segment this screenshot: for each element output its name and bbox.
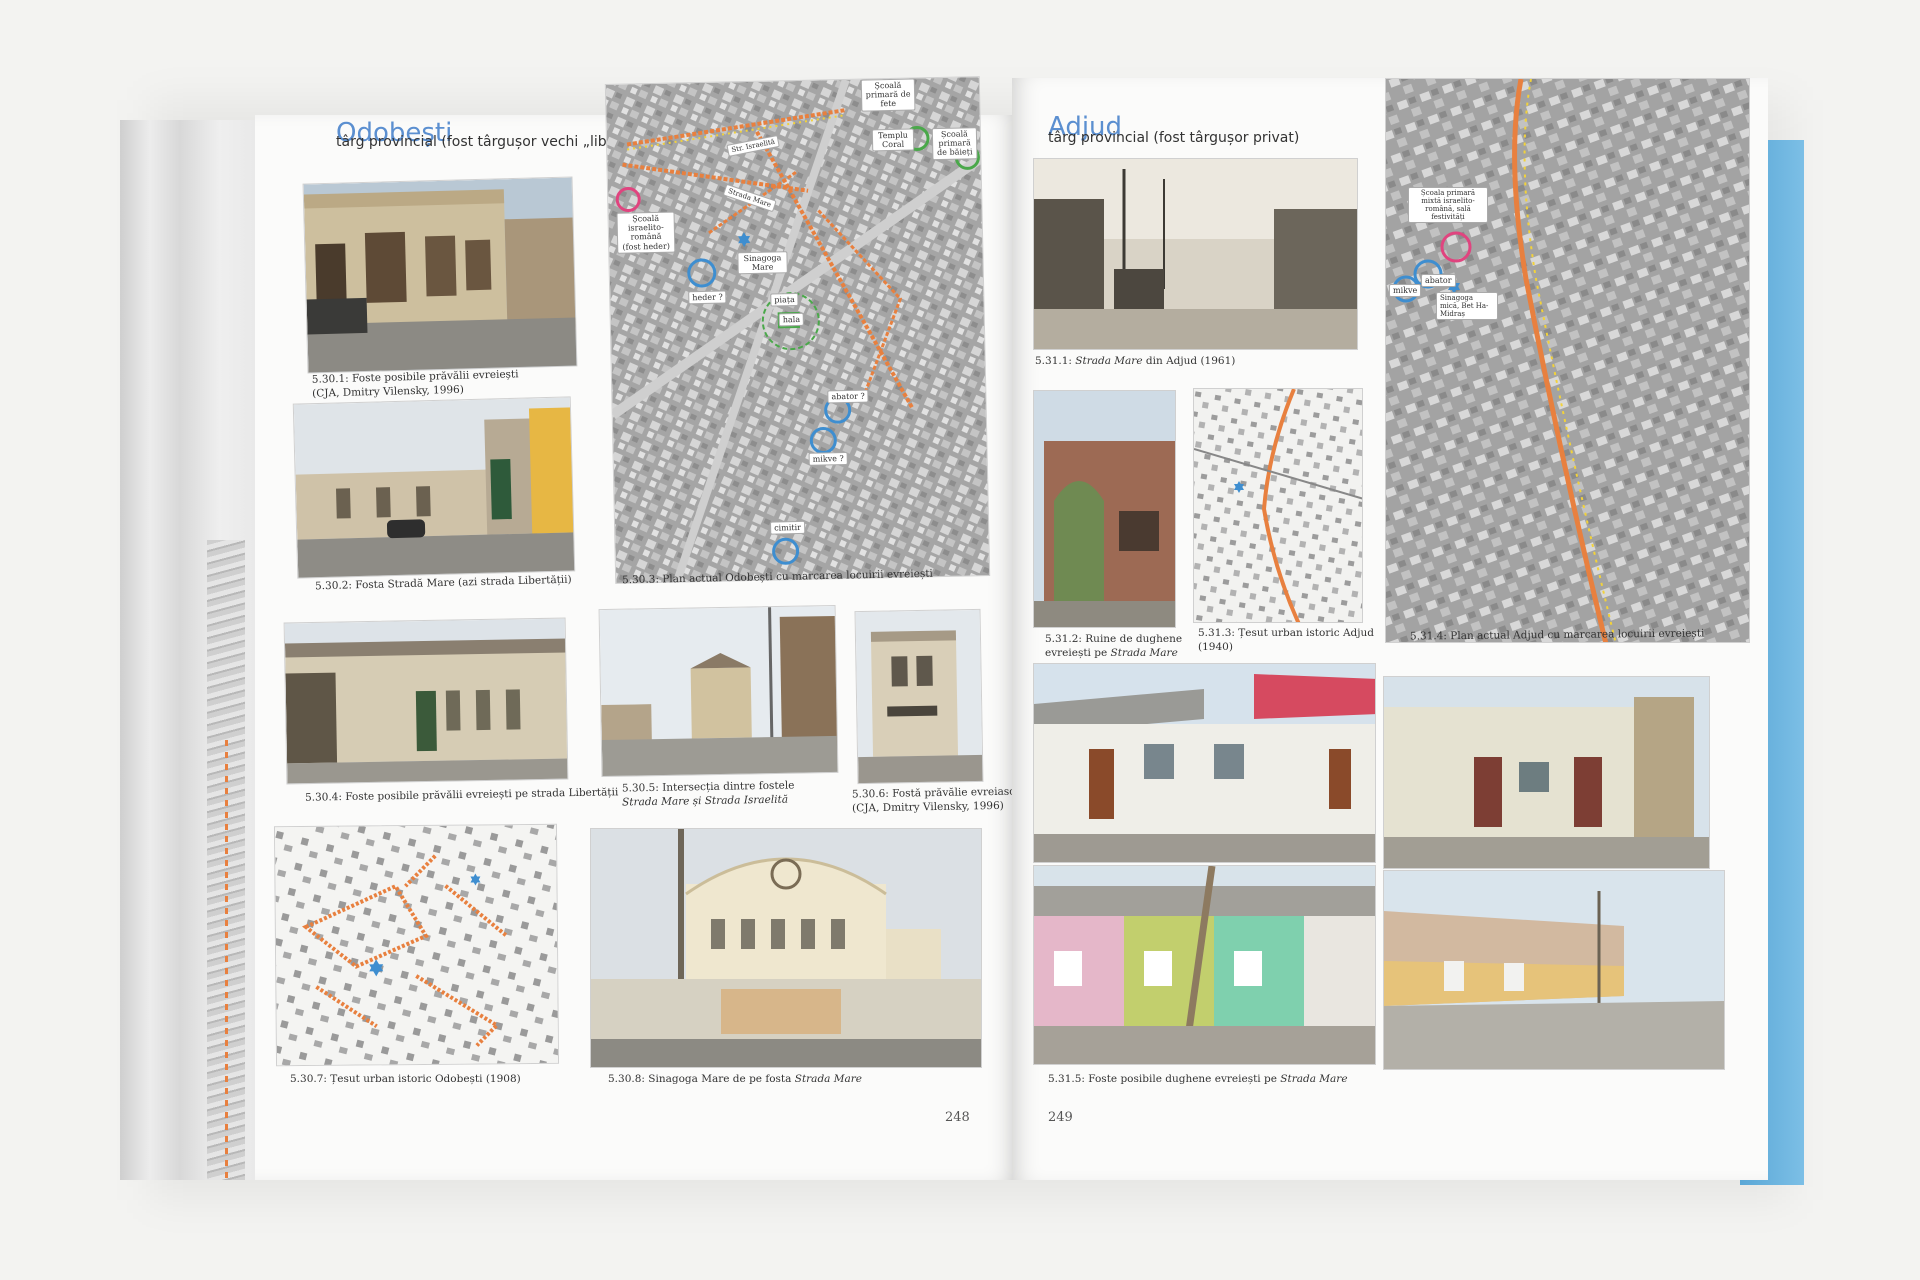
map-label-abator: abator ? <box>827 389 869 404</box>
caption-5-31-3-line2: (1940) <box>1198 641 1233 654</box>
caption-5-31-1: 5.31.1: Strada Mare din Adjud (1961) <box>1035 354 1235 368</box>
caption-5-30-8-prefix: 5.30.8: Sinagoga Mare de pe fosta <box>608 1073 795 1085</box>
map-label-hala: hala <box>778 312 805 327</box>
page-number-right: 249 <box>1048 1110 1073 1125</box>
caption-5-30-6: 5.30.6: Fostă prăvălie evreiască (CJA, D… <box>852 785 1022 816</box>
map-label-piata: piața <box>770 292 799 307</box>
map-label-sinagoga-adjud: Sinagoga mică, Bet Ha-Midraș <box>1436 292 1498 321</box>
caption-5-31-3-line1: 5.31.3: Țesut urban istoric Adjud <box>1198 627 1374 639</box>
caption-5-30-1: 5.30.1: Foste posibile prăvălii evreieșt… <box>312 367 519 401</box>
photo-5-31-5-b <box>1383 676 1710 869</box>
photo-5-31-1 <box>1033 158 1358 350</box>
map-label-sinagoga: Sinagoga Mare <box>737 251 788 275</box>
photo-5-30-2 <box>292 396 576 579</box>
page-stack-edge <box>120 120 270 1180</box>
map-label-scoala-mixta: Școala primară mixtă israelito-română, s… <box>1408 187 1488 224</box>
photo-5-30-5 <box>598 604 839 778</box>
map-label-mikve: mikve ? <box>808 451 848 466</box>
photo-5-30-4 <box>283 617 569 785</box>
caption-5-31-3: 5.31.3: Țesut urban istoric Adjud (1940) <box>1198 626 1374 654</box>
map-label-scoala-baieti: Școală primară de băieți <box>931 127 978 160</box>
map-label-scoala-israelito: Școală israelito-română (fost heder) <box>616 211 676 254</box>
caption-5-30-8-italic: Strada Mare <box>794 1073 863 1085</box>
caption-5-31-5-italic: Strada Mare <box>1280 1073 1348 1085</box>
caption-5-31-2-prefix: evreiești pe <box>1045 647 1111 660</box>
photo-5-31-5-a <box>1033 663 1376 863</box>
caption-5-31-1-suffix: din Adjud (1961) <box>1142 355 1236 367</box>
caption-5-31-5-prefix: 5.31.5: Foste posibile dughene evreiești… <box>1048 1073 1281 1085</box>
caption-5-30-5: 5.30.5: Intersecția dintre fostele Strad… <box>622 778 795 809</box>
map-label-templu: Templu Coral <box>871 128 915 152</box>
photo-5-31-5-d <box>1383 870 1725 1070</box>
open-book: Odobești târg provincial (fost târgușor … <box>0 0 1920 1280</box>
photo-5-31-2 <box>1033 390 1176 628</box>
caption-5-30-5-line2: Strada Mare și Strada Israelită <box>622 793 789 809</box>
caption-5-30-8: 5.30.8: Sinagoga Mare de pe fosta Strada… <box>608 1072 862 1086</box>
caption-5-31-5: 5.31.5: Foste posibile dughene evreiești… <box>1048 1072 1348 1086</box>
map-5-31-4: Școala primară mixtă israelito-română, s… <box>1385 78 1750 643</box>
left-page-subtitle: târg provincial (fost târgușor vechi „li… <box>336 134 635 150</box>
map-5-31-3 <box>1193 388 1363 623</box>
caption-5-31-1-prefix: 5.31.1: <box>1035 355 1076 367</box>
caption-5-31-2-line1: 5.31.2: Ruine de dughene <box>1045 633 1183 645</box>
caption-5-30-6-line2: (CJA, Dmitry Vilensky, 1996) <box>852 800 1004 815</box>
caption-5-31-1-italic: Strada Mare <box>1075 355 1143 367</box>
photo-5-31-5-c <box>1033 865 1376 1065</box>
photo-5-30-8 <box>590 828 982 1068</box>
map-5-30-3: Școală primară de fete Templu Coral Școa… <box>604 76 991 584</box>
map-label-scoala-fete: Școală primară de fete <box>860 78 916 112</box>
map-label-heder: heder ? <box>688 290 727 305</box>
right-page-subtitle: târg provincial (fost târgușor privat) <box>1048 130 1300 146</box>
previous-page-strip <box>207 540 245 1180</box>
map-label-cimitir: cimitir <box>770 520 806 535</box>
caption-5-31-2-italic: Strada Mare <box>1110 647 1178 660</box>
photo-5-30-6 <box>854 608 984 785</box>
map-label-abator-adjud: abator <box>1421 274 1456 288</box>
caption-5-31-2: 5.31.2: Ruine de dughene evreiești pe St… <box>1045 632 1182 660</box>
photo-5-30-1 <box>302 176 578 374</box>
caption-5-30-7: 5.30.7: Țesut urban istoric Odobești (19… <box>290 1073 521 1085</box>
page-number-left: 248 <box>945 1110 970 1125</box>
map-label-mikve-adjud: mikve <box>1389 284 1422 298</box>
map-5-30-7 <box>273 823 560 1067</box>
